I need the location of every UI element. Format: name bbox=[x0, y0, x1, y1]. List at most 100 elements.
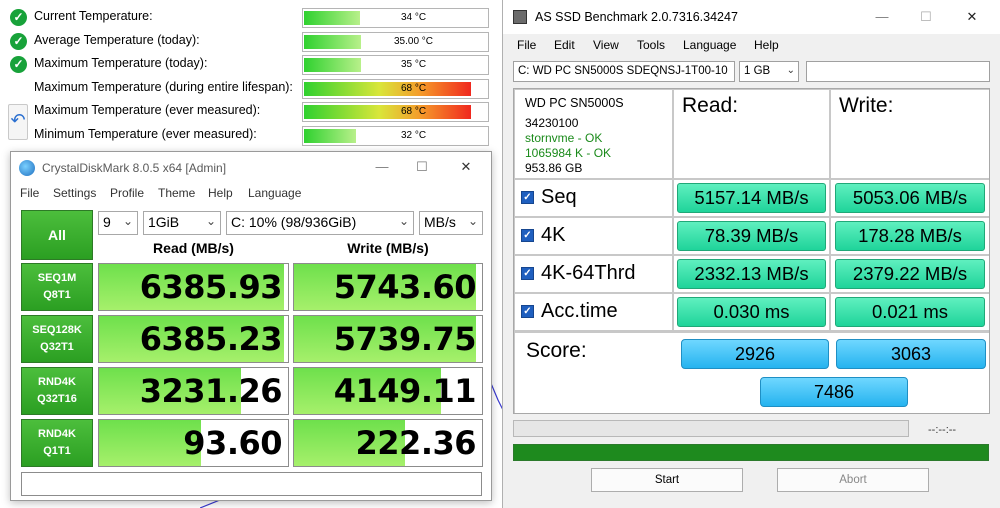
read-result-value: 3231.26 bbox=[139, 372, 283, 410]
read-result-value: 93.60 bbox=[183, 424, 282, 462]
test-button-3[interactable]: RND4K Q1T1 bbox=[21, 419, 93, 467]
score-read: 2926 bbox=[681, 339, 829, 369]
close-icon[interactable]: ✕ bbox=[957, 6, 987, 28]
temperature-bar: 32 °C bbox=[302, 125, 489, 146]
cdm-menu-profile[interactable]: Profile bbox=[110, 186, 144, 200]
maximize-icon[interactable]: ☐ bbox=[407, 156, 437, 178]
write-result-cell: 5743.60 bbox=[293, 263, 483, 311]
as-ssd-titlebar[interactable]: AS SSD Benchmark 2.0.7316.34247 — ☐ ✕ bbox=[503, 0, 1000, 34]
minimize-icon[interactable]: — bbox=[867, 6, 897, 28]
write-cell: 2379.22 MB/s bbox=[831, 256, 989, 292]
cdm-menu-file[interactable]: File bbox=[20, 186, 39, 200]
abort-button[interactable]: Abort bbox=[777, 468, 929, 492]
checkmark-icon: ✓ bbox=[10, 9, 27, 26]
read-cell: 2332.13 MB/s bbox=[674, 256, 829, 292]
test-row-label: 4K bbox=[541, 224, 566, 246]
minimize-icon[interactable]: — bbox=[367, 156, 397, 178]
write-result-value: 4149.11 bbox=[333, 372, 477, 410]
checkbox-checked-icon[interactable]: ✓ bbox=[521, 267, 534, 280]
test-button-0[interactable]: SEQ1M Q8T1 bbox=[21, 263, 93, 311]
checkbox-checked-icon[interactable]: ✓ bbox=[521, 305, 534, 318]
score-label: Score: bbox=[526, 339, 587, 362]
temperature-row: ✓ Current Temperature: 34 °C bbox=[0, 6, 500, 28]
test-name: SEQ1M bbox=[37, 272, 77, 284]
driver-status: stornvme - OK bbox=[525, 131, 603, 145]
elapsed-time-readout: --:--:-- bbox=[928, 424, 957, 436]
as-menu-view[interactable]: View bbox=[593, 38, 619, 52]
size-select[interactable]: 1 GB ⌄ bbox=[739, 61, 799, 82]
count-select-value: 9 bbox=[103, 214, 111, 230]
write-cell: 178.28 MB/s bbox=[831, 218, 989, 254]
test-params: Q8T1 bbox=[43, 289, 71, 301]
drive-select-value: C: WD PC SN5000S SDEQNSJ-1T00-10 bbox=[518, 65, 728, 77]
as-ssd-window-title: AS SSD Benchmark 2.0.7316.34247 bbox=[535, 10, 738, 24]
results-grid: WD PC SN5000S 34230100 stornvme - OK 106… bbox=[513, 88, 990, 414]
as-menu-edit[interactable]: Edit bbox=[554, 38, 575, 52]
as-menu-language[interactable]: Language bbox=[683, 38, 736, 52]
maximize-icon[interactable]: ☐ bbox=[911, 6, 941, 28]
checkbox-checked-icon[interactable]: ✓ bbox=[521, 191, 534, 204]
checkbox-checked-icon[interactable]: ✓ bbox=[521, 229, 534, 242]
score-total: 7486 bbox=[760, 377, 908, 407]
drive-capacity: 953.86 GB bbox=[525, 161, 583, 175]
read-cell: 5157.14 MB/s bbox=[674, 180, 829, 216]
read-result-value: 78.39 MB/s bbox=[677, 221, 826, 251]
write-cell: 5053.06 MB/s bbox=[831, 180, 989, 216]
size-select-value: 1GiB bbox=[148, 214, 180, 230]
write-result-value: 5743.60 bbox=[333, 268, 477, 306]
write-result-value: 0.021 ms bbox=[835, 297, 985, 327]
temperature-panel: ✓ Current Temperature: 34 °C ✓ Average Tempe… bbox=[0, 0, 500, 150]
row-label-pane: ✓ 4K bbox=[515, 218, 672, 254]
write-result-value: 178.28 MB/s bbox=[835, 221, 985, 251]
test-progress-bar bbox=[513, 420, 909, 437]
unit-select[interactable]: MB/s ⌄ bbox=[419, 211, 483, 235]
temperature-bar: 35.00 °C bbox=[302, 31, 489, 52]
cdm-menu-settings[interactable]: Settings bbox=[53, 186, 96, 200]
as-menu-help[interactable]: Help bbox=[754, 38, 779, 52]
close-icon[interactable]: ✕ bbox=[451, 156, 481, 178]
cdm-menu-language[interactable]: Language bbox=[248, 186, 301, 200]
read-result-value: 6385.93 bbox=[139, 268, 283, 306]
drive-select[interactable]: C: WD PC SN5000S SDEQNSJ-1T00-10 bbox=[513, 61, 735, 82]
temperature-label: Minimum Temperature (ever measured): bbox=[34, 126, 257, 141]
all-button[interactable]: All bbox=[21, 210, 93, 260]
temperature-bar: 68 °C bbox=[302, 78, 489, 99]
temperature-bar: 68 °C bbox=[302, 102, 489, 122]
temperature-label: Maximum Temperature (today): bbox=[34, 56, 208, 70]
as-menu-file[interactable]: File bbox=[517, 38, 536, 52]
start-button[interactable]: Start bbox=[591, 468, 743, 492]
temperature-value: 35.00 °C bbox=[393, 35, 434, 47]
chevron-down-icon: ⌄ bbox=[122, 214, 133, 228]
read-result-cell: 6385.93 bbox=[98, 263, 289, 311]
write-header-pane: Write: bbox=[831, 90, 989, 178]
read-cell: 0.030 ms bbox=[674, 294, 829, 330]
temperature-row: Maximum Temperature (ever measured): 68 °… bbox=[0, 100, 500, 122]
crystaldiskmark-logo-icon bbox=[19, 160, 35, 176]
blank-field[interactable] bbox=[806, 61, 990, 82]
temperature-value: 35 °C bbox=[400, 59, 427, 70]
read-result-value: 0.030 ms bbox=[677, 297, 826, 327]
undo-button[interactable]: ↶ bbox=[8, 104, 28, 140]
size-select-value: 1 GB bbox=[744, 65, 771, 77]
read-column-header: Read (MB/s) bbox=[153, 240, 234, 256]
as-ssd-window: AS SSD Benchmark 2.0.7316.34247 — ☐ ✕ Fi… bbox=[502, 0, 1000, 508]
count-select[interactable]: 9 ⌄ bbox=[98, 211, 138, 235]
comment-field[interactable] bbox=[21, 472, 482, 496]
cdm-menu-theme[interactable]: Theme bbox=[158, 186, 195, 200]
read-cell: 78.39 MB/s bbox=[674, 218, 829, 254]
drive-select[interactable]: C: 10% (98/936GiB) ⌄ bbox=[226, 211, 414, 235]
cdm-titlebar[interactable]: CrystalDiskMark 8.0.5 x64 [Admin] — ☐ ✕ bbox=[11, 152, 491, 183]
write-result-cell: 4149.11 bbox=[293, 367, 483, 415]
write-header: Write: bbox=[839, 94, 894, 117]
drive-model: WD PC SN5000S bbox=[525, 96, 624, 110]
size-select[interactable]: 1GiB ⌄ bbox=[143, 211, 221, 235]
as-menu-tools[interactable]: Tools bbox=[637, 38, 665, 52]
test-button-1[interactable]: SEQ128K Q32T1 bbox=[21, 315, 93, 363]
cdm-menu-help[interactable]: Help bbox=[208, 186, 233, 200]
write-result-value: 5739.75 bbox=[333, 320, 477, 358]
test-name: SEQ128K bbox=[32, 324, 82, 336]
chevron-down-icon: ⌄ bbox=[398, 214, 409, 228]
test-button-2[interactable]: RND4K Q32T16 bbox=[21, 367, 93, 415]
alignment-status: 1065984 K - OK bbox=[525, 146, 612, 160]
temperature-value: 34 °C bbox=[400, 12, 427, 23]
